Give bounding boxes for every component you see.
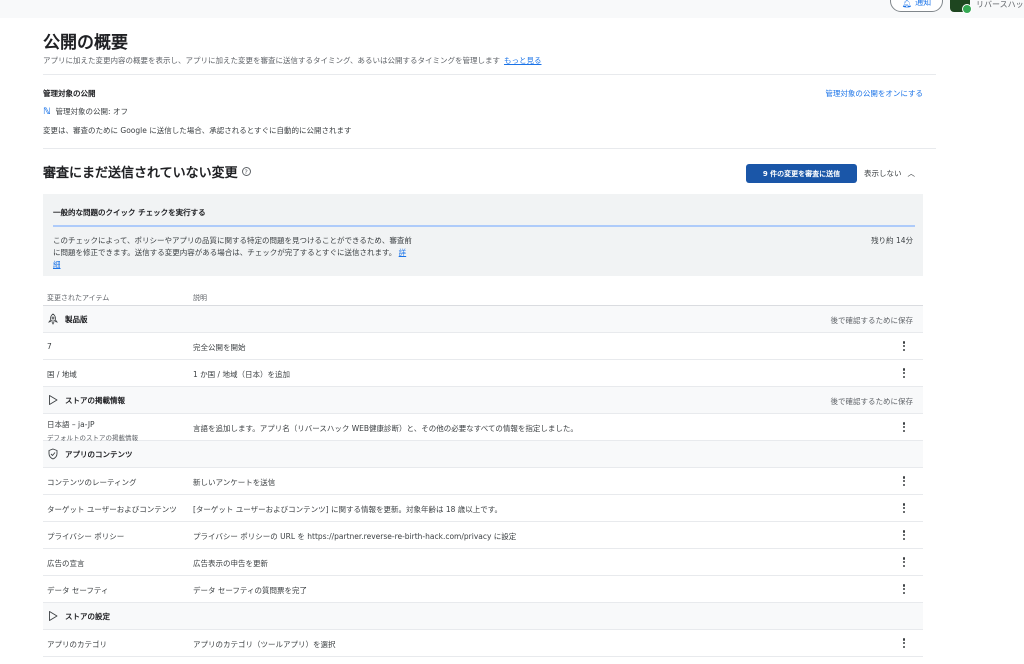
row-item: 日本語 – ja-JP デフォルトのストアの掲載情報 [47, 419, 138, 442]
chevron-up-icon: ︿ [907, 169, 916, 178]
table-row: プライバシー ポリシー プライバシー ポリシーの URL を https://p… [43, 522, 923, 549]
managed-publishing-off-icon: ℕ [43, 106, 51, 117]
row-item: 7 [47, 342, 52, 351]
table-row: データ セーフティ データ セーフティの質問票を完了 [43, 576, 923, 603]
row-description: プライバシー ポリシーの URL を https://partner.rever… [193, 532, 517, 541]
quick-check-title: 一般的な問題のクイック チェックを実行する [53, 208, 206, 217]
save-for-later-link[interactable]: 後で確認するために保存 [831, 396, 914, 407]
table-row: コンテンツのレーティング 新しいアンケートを送信 [43, 468, 923, 495]
more-vert-icon[interactable] [901, 583, 907, 595]
group-header: ストアの掲載情報 [47, 394, 125, 406]
managed-publishing-status: ℕ 管理対象の公開: オフ [43, 106, 128, 117]
column-header-description: 説明 [193, 294, 207, 302]
app-name[interactable]: リバースハッ [976, 0, 1024, 10]
row-description: 完全公開を開始 [193, 343, 246, 352]
quick-check-description-text: このチェックによって、ポリシーやアプリの品質に関する特定の問題を見つけることがで… [53, 236, 412, 257]
submit-for-review-button[interactable]: 9 件の変更を審査に送信 [746, 164, 857, 183]
row-description: 1 か国 / 地域（日本）を追加 [193, 370, 290, 379]
more-vert-icon[interactable] [901, 475, 907, 487]
group-name: ストアの設定 [65, 611, 110, 621]
row-item: 国 / 地域 [47, 370, 77, 379]
group-header: アプリのコンテンツ [47, 448, 133, 460]
row-description: 新しいアンケートを送信 [193, 478, 276, 487]
row-description: アプリのカテゴリ（ツールアプリ）を選択 [193, 640, 336, 649]
group-row-production: 製品版 後で確認するために保存 [43, 306, 923, 333]
table-row: 広告の宣言 広告表示の申告を更新 [43, 549, 923, 576]
column-header-item: 変更されたアイテム [47, 294, 110, 302]
enable-managed-publishing-link[interactable]: 管理対象の公開をオンにする [825, 88, 923, 99]
top-bar: 🔔︎ 通知 リバースハッ [0, 0, 1024, 18]
row-description: 広告表示の申告を更新 [193, 559, 268, 568]
more-vert-icon[interactable] [901, 529, 907, 541]
group-header: ストアの設定 [47, 610, 110, 622]
page-description-text: アプリに加えた変更内容の概要を表示し、アプリに加えた変更を審査に送信するタイミン… [43, 56, 500, 65]
bell-icon: 🔔︎ [901, 0, 913, 8]
pending-changes-title: 審査にまだ送信されていない変更 ? [43, 162, 251, 181]
changes-table: 変更されたアイテム 説明 製品版 後で確認するために保存 7 完全公開を開始 国… [43, 288, 923, 657]
quick-check-progress-bar [53, 225, 915, 227]
managed-publishing-title: 管理対象の公開 [43, 89, 96, 98]
group-name: アプリのコンテンツ [65, 449, 133, 459]
more-vert-icon[interactable] [901, 637, 907, 649]
divider [43, 148, 936, 149]
managed-publishing-description: 変更は、審査のために Google に送信した場合、承認されるとすぐに自動的に公… [43, 126, 352, 135]
group-name: ストアの掲載情報 [65, 395, 125, 405]
group-row-store-listing: ストアの掲載情報 後で確認するために保存 [43, 387, 923, 414]
help-icon[interactable]: ? [241, 167, 251, 176]
page-title: 公開の概要 [43, 33, 128, 53]
notifications-button[interactable]: 🔔︎ 通知 [890, 0, 943, 12]
table-row: 日本語 – ja-JP デフォルトのストアの掲載情報 言語を追加します。アプリ名… [43, 414, 923, 442]
group-row-store-settings: ストアの設定 [43, 603, 923, 630]
table-header: 変更されたアイテム 説明 [43, 288, 923, 306]
more-vert-icon[interactable] [901, 340, 907, 352]
row-item: アプリのカテゴリ [47, 640, 107, 649]
app-icon[interactable] [950, 0, 972, 14]
table-row: 7 完全公開を開始 [43, 333, 923, 360]
hide-changes-toggle[interactable]: 表示しない ︿ [864, 168, 915, 179]
row-description: データ セーフティの質問票を完了 [193, 586, 307, 595]
notifications-label: 通知 [915, 0, 932, 7]
play-icon [49, 611, 58, 621]
more-vert-icon[interactable] [901, 556, 907, 568]
divider [43, 74, 936, 75]
group-row-app-content: アプリのコンテンツ [43, 441, 923, 468]
row-item: ターゲット ユーザーおよびコンテンツ [47, 505, 177, 514]
row-description: [ターゲット ユーザーおよびコンテンツ] に関する情報を更新。対象年齢は 18 … [193, 505, 503, 514]
table-row: アプリのカテゴリ アプリのカテゴリ（ツールアプリ）を選択 [43, 630, 923, 657]
managed-publishing-status-text: 管理対象の公開: オフ [55, 107, 128, 116]
hide-changes-label: 表示しない [864, 169, 902, 178]
rocket-icon [48, 313, 58, 325]
row-item: 広告の宣言 [47, 559, 85, 568]
group-name: 製品版 [65, 314, 88, 324]
play-icon [49, 395, 58, 405]
quick-check-description: このチェックによって、ポリシーやアプリの品質に関する特定の問題を見つけることがで… [53, 235, 413, 271]
pending-changes-title-text: 審査にまだ送信されていない変更 [43, 166, 238, 181]
row-item: コンテンツのレーティング [47, 478, 137, 487]
row-item: プライバシー ポリシー [47, 532, 125, 541]
more-vert-icon[interactable] [901, 421, 907, 433]
group-header: 製品版 [47, 313, 88, 325]
more-vert-icon[interactable] [901, 502, 907, 514]
quick-check-remaining: 残り約 14分 [871, 236, 913, 245]
learn-more-link[interactable]: もっと見る [504, 56, 542, 65]
table-row: 国 / 地域 1 か国 / 地域（日本）を追加 [43, 360, 923, 387]
page-description: アプリに加えた変更内容の概要を表示し、アプリに加えた変更を審査に送信するタイミン… [43, 55, 541, 66]
save-for-later-link[interactable]: 後で確認するために保存 [831, 315, 914, 326]
shield-icon [48, 448, 58, 460]
table-row: ターゲット ユーザーおよびコンテンツ [ターゲット ユーザーおよびコンテンツ] … [43, 495, 923, 522]
quick-check-panel: 一般的な問題のクイック チェックを実行する このチェックによって、ポリシーやアプ… [43, 194, 923, 276]
row-item-title: 日本語 – ja-JP [47, 420, 95, 429]
row-description: 言語を追加します。アプリ名（リバースハック WEB健康診断）と、その他の必要なす… [193, 424, 578, 433]
more-vert-icon[interactable] [901, 367, 907, 379]
row-item: データ セーフティ [47, 586, 109, 595]
